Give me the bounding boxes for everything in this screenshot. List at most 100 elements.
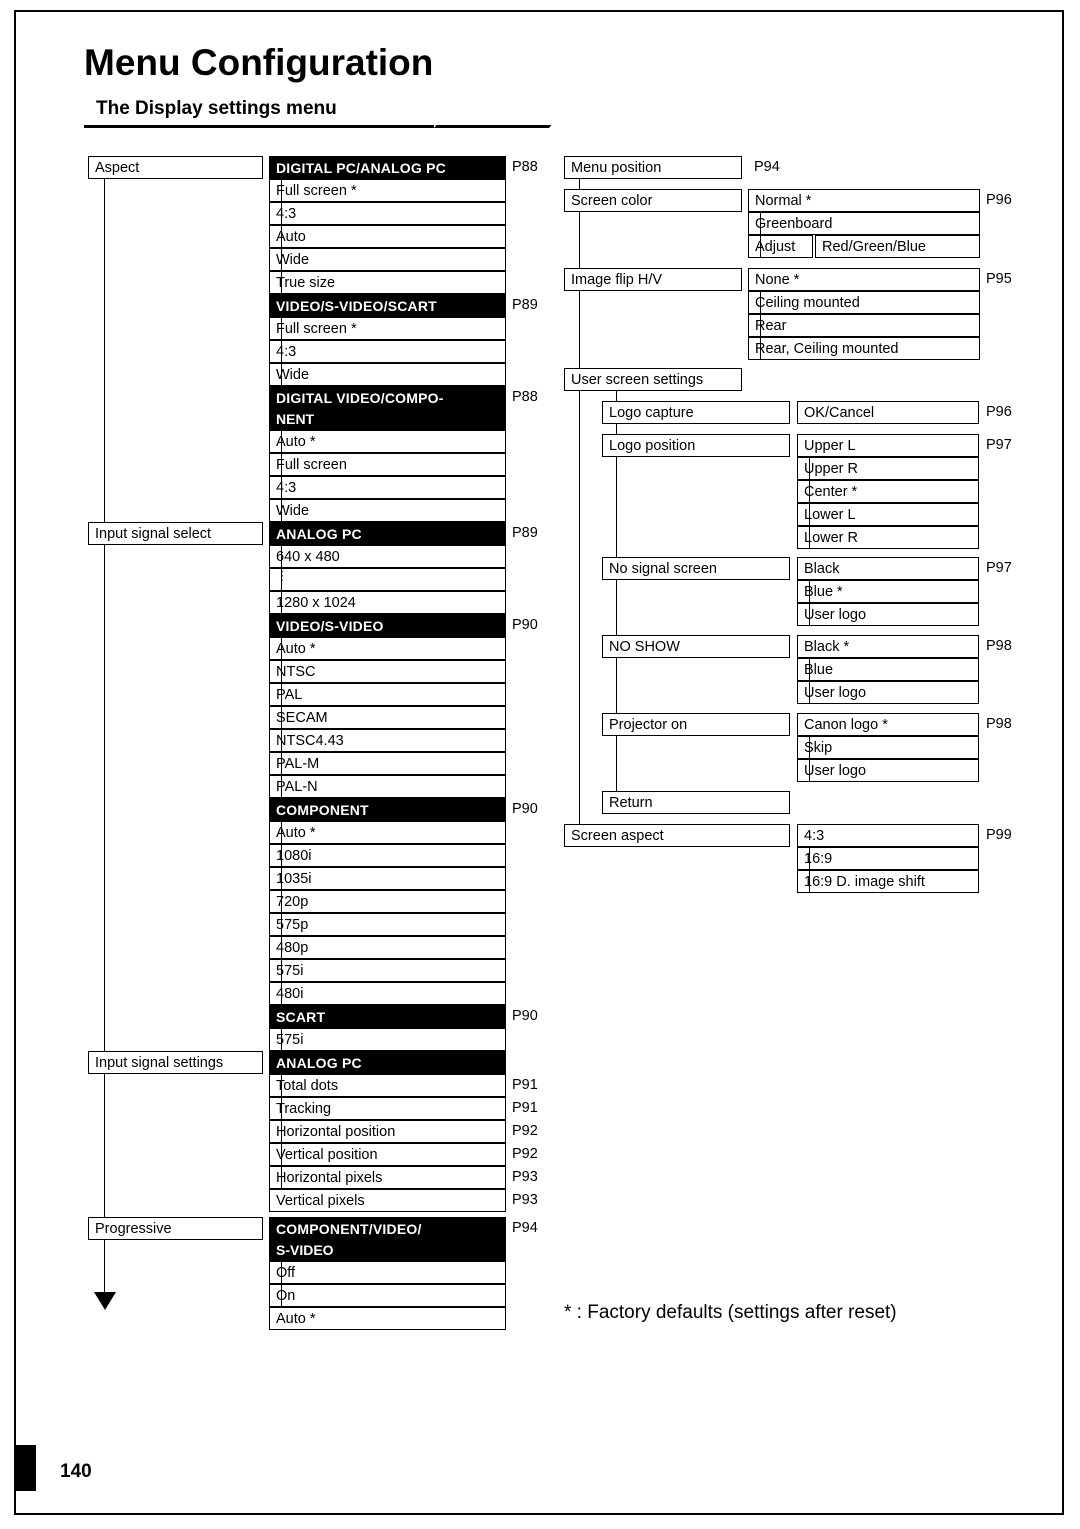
page-number: 140 — [60, 1461, 92, 1482]
node-screen-aspect[interactable]: Screen aspect — [564, 824, 790, 847]
header-component: COMPONENT — [269, 798, 506, 821]
item-projon-skip[interactable]: Skip — [797, 736, 979, 759]
item-screen-color-adjust[interactable]: Adjust — [748, 235, 813, 258]
item-logo-pos-upper-r[interactable]: Upper R — [797, 457, 979, 480]
node-image-flip[interactable]: Image flip H/V — [564, 268, 742, 291]
item-flip-rear-ceiling[interactable]: Rear, Ceiling mounted — [748, 337, 980, 360]
item-auto-1[interactable]: Auto — [269, 225, 506, 248]
item-full-screen-3[interactable]: Full screen — [269, 453, 506, 476]
item-640x480[interactable]: 640 x 480 — [269, 545, 506, 568]
item-aspect-4-3[interactable]: 4:3 — [797, 824, 979, 847]
item-logo-pos-lower-r[interactable]: Lower R — [797, 526, 979, 549]
item-nosignal-user-logo[interactable]: User logo — [797, 603, 979, 626]
node-input-signal-settings[interactable]: Input signal settings — [88, 1051, 263, 1074]
item-4-3-2[interactable]: 4:3 — [269, 340, 506, 363]
node-logo-position[interactable]: Logo position — [602, 434, 790, 457]
item-pal[interactable]: PAL — [269, 683, 506, 706]
page-content: Menu Configuration The Display settings … — [14, 12, 1062, 1513]
node-menu-position[interactable]: Menu position — [564, 156, 742, 179]
item-auto-3[interactable]: Auto * — [269, 637, 506, 660]
item-auto-2[interactable]: Auto * — [269, 430, 506, 453]
connector-screen-color — [760, 212, 761, 258]
item-total-dots[interactable]: Total dots — [269, 1074, 506, 1097]
item-flip-rear[interactable]: Rear — [748, 314, 980, 337]
item-full-screen-1[interactable]: Full screen * — [269, 179, 506, 202]
item-nosignal-blue[interactable]: Blue * — [797, 580, 979, 603]
node-progressive[interactable]: Progressive — [88, 1217, 263, 1240]
item-720p[interactable]: 720p — [269, 890, 506, 913]
item-logo-pos-lower-l[interactable]: Lower L — [797, 503, 979, 526]
item-1080i[interactable]: 1080i — [269, 844, 506, 867]
page-ref-tracking: P91 — [512, 1100, 538, 1116]
node-input-signal-select[interactable]: Input signal select — [88, 522, 263, 545]
item-off[interactable]: Off — [269, 1261, 506, 1284]
item-aspect-16-9-shift[interactable]: 16:9 D. image shift — [797, 870, 979, 893]
node-no-signal-screen[interactable]: No signal screen — [602, 557, 790, 580]
item-projon-canon-logo[interactable]: Canon logo * — [797, 713, 979, 736]
page-title: Menu Configuration — [84, 42, 434, 83]
node-logo-capture[interactable]: Logo capture — [602, 401, 790, 424]
item-horizontal-position[interactable]: Horizontal position — [269, 1120, 506, 1143]
section-heading-text: The Display settings menu — [96, 98, 337, 119]
item-auto-5[interactable]: Auto * — [269, 1307, 506, 1330]
item-vertical-pixels[interactable]: Vertical pixels — [269, 1189, 506, 1212]
item-575p[interactable]: 575p — [269, 913, 506, 936]
item-secam[interactable]: SECAM — [269, 706, 506, 729]
item-wide-3[interactable]: Wide — [269, 499, 506, 522]
header-analog-pc-2: ANALOG PC — [269, 1051, 506, 1074]
item-wide-2[interactable]: Wide — [269, 363, 506, 386]
section-heading-banner: The Display settings menu — [84, 98, 549, 128]
item-480i[interactable]: 480i — [269, 982, 506, 1005]
item-ntsc[interactable]: NTSC — [269, 660, 506, 683]
item-screen-color-normal[interactable]: Normal * — [748, 189, 980, 212]
item-1280x1024[interactable]: 1280 x 1024 — [269, 591, 506, 614]
page-ref-p90-b: P90 — [512, 801, 538, 817]
flow-arrow-down-icon — [94, 1292, 116, 1310]
item-nosignal-black[interactable]: Black — [797, 557, 979, 580]
connector-aspect-3 — [281, 430, 282, 522]
item-logo-capture-okcancel[interactable]: OK/Cancel — [797, 401, 979, 424]
item-pal-m[interactable]: PAL-M — [269, 752, 506, 775]
item-on[interactable]: On — [269, 1284, 506, 1307]
item-480p[interactable]: 480p — [269, 936, 506, 959]
page-ref-horizontal-position: P92 — [512, 1123, 538, 1139]
node-return[interactable]: Return — [602, 791, 790, 814]
item-screen-color-rgb[interactable]: Red/Green/Blue — [815, 235, 980, 258]
item-auto-4[interactable]: Auto * — [269, 821, 506, 844]
item-aspect-16-9[interactable]: 16:9 — [797, 847, 979, 870]
item-logo-pos-upper-l[interactable]: Upper L — [797, 434, 979, 457]
page-ref-p95: P95 — [986, 271, 1012, 287]
item-horizontal-pixels[interactable]: Horizontal pixels — [269, 1166, 506, 1189]
item-vertical-position[interactable]: Vertical position — [269, 1143, 506, 1166]
item-full-screen-2[interactable]: Full screen * — [269, 317, 506, 340]
item-noshow-user-logo[interactable]: User logo — [797, 681, 979, 704]
item-4-3-3[interactable]: 4:3 — [269, 476, 506, 499]
node-aspect[interactable]: Aspect — [88, 156, 263, 179]
page-ref-p90-c: P90 — [512, 1008, 538, 1024]
item-screen-color-greenboard[interactable]: Greenboard — [748, 212, 980, 235]
header-digital-pc-analog-pc: DIGITAL PC/ANALOG PC — [269, 156, 506, 179]
node-screen-color[interactable]: Screen color — [564, 189, 742, 212]
item-4-3-1[interactable]: 4:3 — [269, 202, 506, 225]
item-true-size[interactable]: True size — [269, 271, 506, 294]
item-tracking[interactable]: Tracking — [269, 1097, 506, 1120]
item-ntsc443[interactable]: NTSC4.43 — [269, 729, 506, 752]
item-pal-n[interactable]: PAL-N — [269, 775, 506, 798]
item-flip-ceiling[interactable]: Ceiling mounted — [748, 291, 980, 314]
header-scart: SCART — [269, 1005, 506, 1028]
item-logo-pos-center[interactable]: Center * — [797, 480, 979, 503]
item-575i-1[interactable]: 575i — [269, 959, 506, 982]
item-noshow-black[interactable]: Black * — [797, 635, 979, 658]
page-ref-total-dots: P91 — [512, 1077, 538, 1093]
node-projector-on[interactable]: Projector on — [602, 713, 790, 736]
item-575i-2[interactable]: 575i — [269, 1028, 506, 1051]
item-noshow-blue[interactable]: Blue — [797, 658, 979, 681]
connector-iss-3 — [281, 821, 282, 1005]
item-wide-1[interactable]: Wide — [269, 248, 506, 271]
item-flip-none[interactable]: None * — [748, 268, 980, 291]
node-user-screen-settings[interactable]: User screen settings — [564, 368, 742, 391]
item-projon-user-logo[interactable]: User logo — [797, 759, 979, 782]
page-ref-p90-a: P90 — [512, 617, 538, 633]
item-1035i[interactable]: 1035i — [269, 867, 506, 890]
node-no-show[interactable]: NO SHOW — [602, 635, 790, 658]
